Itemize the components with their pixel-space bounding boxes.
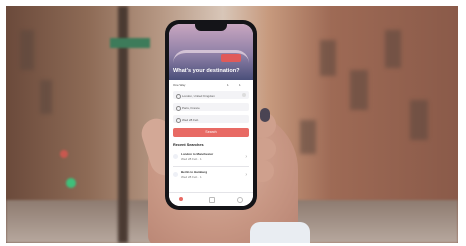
bottom-nav — [169, 192, 253, 206]
recent-searches-title: Recent Searches — [173, 143, 204, 147]
painted-fingernail — [260, 108, 270, 122]
recent-route: London to Manchester — [181, 152, 214, 156]
to-value: Paris, France — [182, 105, 200, 110]
image-border — [0, 0, 466, 6]
chevron-right-icon: › — [245, 154, 247, 160]
tail-light — [60, 150, 68, 158]
recent-details: Wed 28 Feb · 1 — [181, 175, 202, 179]
origin-icon — [176, 93, 181, 99]
date-value: Wed 28 Feb — [182, 117, 199, 122]
bus-illustration — [221, 54, 241, 62]
date-field[interactable]: Wed 28 Feb — [173, 115, 249, 123]
phone-notch — [195, 24, 227, 31]
tickets-tab-icon[interactable] — [209, 197, 215, 203]
building-window — [40, 80, 52, 114]
recent-details: Wed 28 Feb · 1 — [181, 157, 202, 161]
divider — [173, 166, 249, 167]
building-window — [350, 70, 368, 110]
passengers-select[interactable]: 1 — [227, 83, 229, 87]
building-window — [385, 30, 401, 68]
route-icon — [173, 172, 178, 177]
building-window — [320, 40, 336, 76]
chevron-right-icon: › — [245, 172, 247, 178]
to-field[interactable]: Paris, France — [173, 103, 249, 111]
home-tab-icon[interactable] — [179, 197, 183, 201]
from-value: London, United Kingdom — [182, 93, 216, 98]
image-border — [458, 0, 466, 246]
recent-search-item[interactable]: Berlin to Hamburg Wed 28 Feb · 1 › — [173, 169, 249, 183]
building-window — [410, 100, 428, 140]
route-icon — [173, 154, 178, 159]
calendar-icon — [176, 117, 181, 123]
bags-select[interactable]: 1 — [239, 83, 241, 87]
account-tab-icon[interactable] — [237, 197, 243, 203]
building-window — [20, 30, 34, 70]
search-panel: One Way 1 1 London, United Kingdom Paris… — [169, 80, 253, 206]
street-sign — [110, 38, 150, 48]
building-window — [300, 120, 316, 154]
swap-icon[interactable] — [242, 93, 246, 97]
search-button[interactable]: Search — [173, 128, 249, 137]
trip-options: One Way 1 1 — [173, 83, 249, 89]
trip-type-select[interactable]: One Way — [173, 83, 185, 87]
hero-title: What's your destination? — [173, 68, 240, 74]
traffic-light — [66, 178, 76, 188]
app-hero-banner: What's your destination? — [169, 24, 253, 80]
destination-icon — [176, 105, 181, 111]
photo-scene: What's your destination? One Way 1 1 Lon… — [0, 0, 466, 246]
from-field[interactable]: London, United Kingdom — [173, 91, 249, 99]
recent-route: Berlin to Hamburg — [181, 170, 208, 174]
recent-search-item[interactable]: London to Manchester Wed 28 Feb · 1 › — [173, 151, 249, 165]
phone-screen: What's your destination? One Way 1 1 Lon… — [169, 24, 253, 206]
smartphone: What's your destination? One Way 1 1 Lon… — [165, 20, 257, 210]
image-border — [0, 0, 6, 246]
